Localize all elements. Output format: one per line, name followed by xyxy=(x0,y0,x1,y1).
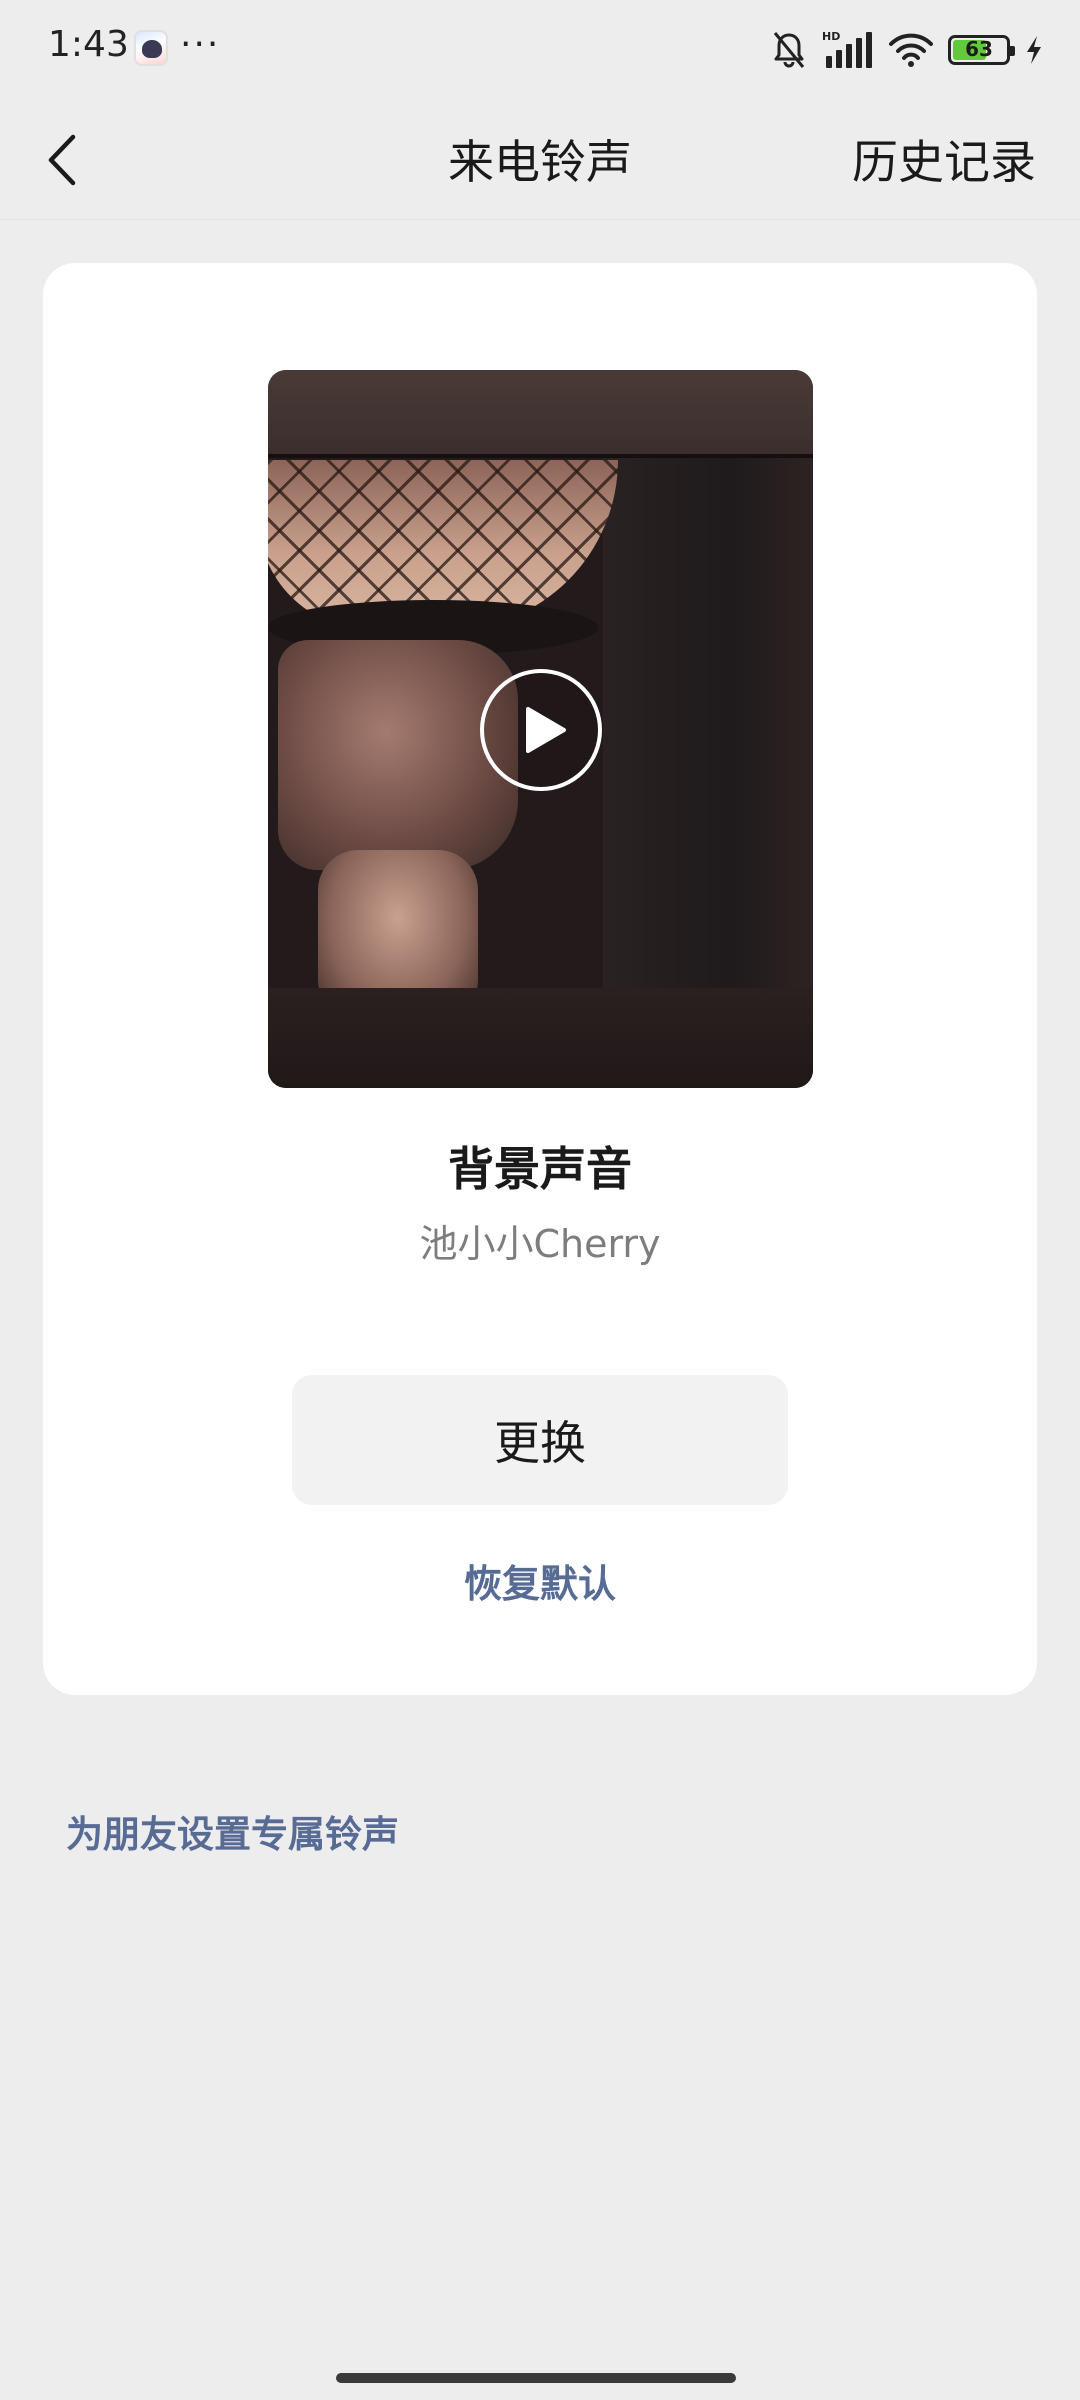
video-frame-bottom xyxy=(268,988,813,1088)
status-time: 1:43 xyxy=(48,24,129,65)
change-ringtone-button[interactable]: 更换 xyxy=(292,1375,788,1505)
status-bar: 1:43 ··· HD 63 xyxy=(0,0,1080,100)
ringtone-artist: 池小小Cherry xyxy=(419,1222,661,1266)
video-preview[interactable] xyxy=(268,370,813,1088)
ringtone-title: 背景声音 xyxy=(448,1142,632,1196)
restore-default-button[interactable]: 恢复默认 xyxy=(43,1553,1037,1608)
app-notification-icon xyxy=(134,30,168,66)
status-icons: HD 63 xyxy=(770,28,1044,72)
wifi-icon xyxy=(889,33,933,67)
navigation-bar: 来电铃声 历史记录 xyxy=(0,100,1080,220)
play-button[interactable] xyxy=(478,667,604,793)
charging-icon xyxy=(1027,36,1041,64)
more-notifications-indicator: ··· xyxy=(180,24,221,65)
home-indicator[interactable] xyxy=(336,2373,736,2383)
battery-level-text: 63 xyxy=(965,37,993,61)
video-frame-shade xyxy=(268,370,813,456)
signal-icon: HD xyxy=(822,30,872,68)
battery-icon: 63 xyxy=(948,35,1015,65)
friend-ringtone-link[interactable]: 为朋友设置专属铃声 xyxy=(66,1804,399,1858)
bell-muted-icon xyxy=(773,32,805,68)
history-button[interactable]: 历史记录 xyxy=(852,126,1036,192)
ringtone-card: 背景声音 池小小Cherry 更换 恢复默认 xyxy=(43,263,1037,1695)
network-type-label: HD xyxy=(822,30,840,43)
